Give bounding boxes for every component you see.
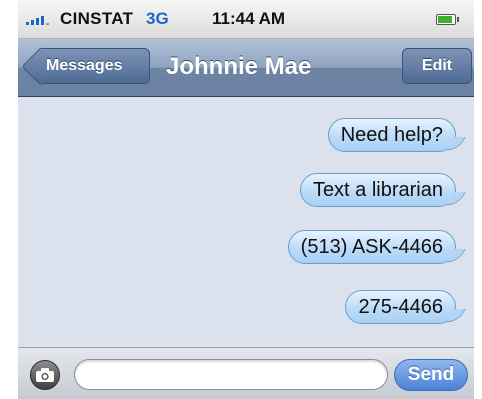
message-thread: Need help? Text a librarian (513) ASK-44…: [18, 97, 474, 346]
back-button-label: Messages: [46, 57, 123, 74]
compose-bar: Send: [18, 347, 474, 399]
message-input[interactable]: [74, 359, 388, 390]
message-bubble[interactable]: 275-4466: [345, 290, 456, 324]
camera-icon: [36, 368, 54, 382]
phone-screen: CINSTAT 3G 11:44 AM Messages Johnnie Mae…: [18, 0, 474, 399]
network-type: 3G: [146, 9, 169, 28]
battery-level: [438, 16, 452, 23]
battery-icon: [436, 14, 459, 25]
carrier-name: CINSTAT: [60, 9, 134, 28]
message-bubble[interactable]: Text a librarian: [299, 173, 456, 207]
status-bar: CINSTAT 3G 11:44 AM: [18, 0, 474, 39]
camera-button[interactable]: [30, 360, 60, 390]
conversation-title: Johnnie Mae: [166, 53, 312, 80]
edit-button[interactable]: Edit: [402, 48, 472, 84]
status-time: 11:44 AM: [212, 9, 286, 28]
message-bubble[interactable]: Need help?: [327, 118, 456, 152]
message-bubble[interactable]: (513) ASK-4466: [287, 230, 456, 264]
send-button[interactable]: Send: [394, 359, 468, 391]
navigation-bar: Messages Johnnie Mae Edit: [18, 39, 474, 97]
back-to-messages-button[interactable]: Messages: [40, 48, 150, 84]
